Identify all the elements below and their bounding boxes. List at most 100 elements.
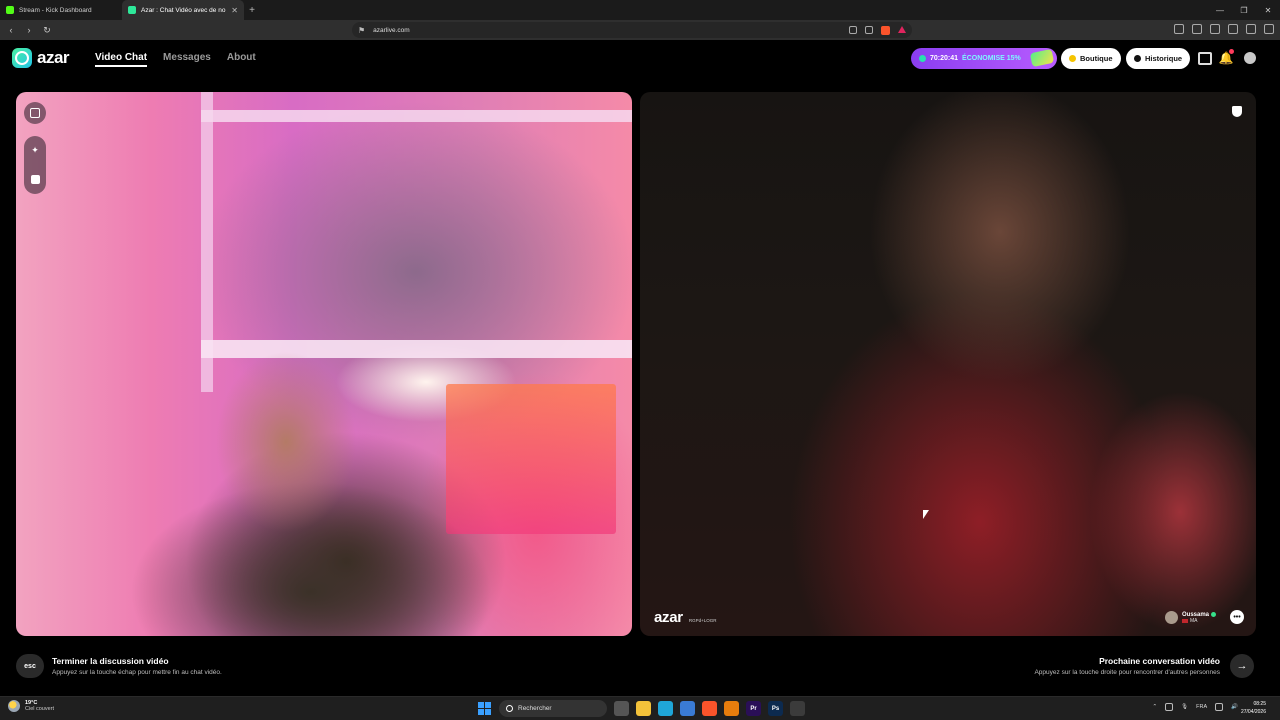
obs-icon[interactable] (790, 701, 805, 716)
weather-widget[interactable]: 19°C Ciel couvert (8, 700, 54, 712)
profile-icon[interactable] (1243, 51, 1257, 65)
brave-shield-icon[interactable] (881, 25, 890, 35)
nav-about[interactable]: About (227, 52, 256, 63)
microphone-icon[interactable]: 🎙 (1181, 704, 1188, 710)
close-tab-icon[interactable]: ✕ (231, 6, 238, 15)
inbox-icon[interactable] (1198, 51, 1212, 65)
local-user (111, 332, 511, 636)
end-chat-hint: Appuyez sur la touche échap pour mettre … (52, 669, 222, 676)
wallet-icon[interactable] (1174, 24, 1184, 34)
notification-badge (1229, 49, 1234, 54)
menu-icon[interactable] (1264, 24, 1274, 34)
tab-kick-dashboard[interactable]: Stream - Kick Dashboard (0, 0, 122, 20)
end-chat-button[interactable]: esc (16, 654, 44, 678)
taskbar-clock[interactable]: 08:25 27/04/2026 (1241, 700, 1266, 716)
bell-icon[interactable]: 🔔 (1219, 49, 1234, 65)
azar-logo[interactable]: azar (12, 48, 70, 68)
end-chat-title: Terminer la discussion vidéo (52, 656, 169, 666)
boutique-button[interactable]: Boutique (1061, 48, 1121, 69)
browser-toolbar: ‹ › ↻ ⚑ azarlive.com (0, 20, 1280, 40)
url-actions (849, 25, 906, 35)
promo-banner[interactable]: 70:20:41 ÉCONOMISE 15% (911, 48, 1057, 69)
browser-tabstrip: Stream - Kick Dashboard Azar : Chat Vidé… (0, 0, 1280, 20)
windows-taskbar: 19°C Ciel couvert Rechercher Pr Ps ⌃ 🎙 F… (0, 696, 1280, 720)
file-explorer-icon[interactable] (636, 701, 651, 716)
vpn-icon[interactable] (1246, 24, 1256, 34)
screen-icon[interactable] (849, 25, 857, 34)
back-icon[interactable]: ‹ (4, 23, 18, 37)
volume-icon[interactable]: 🔊 (1231, 704, 1238, 710)
timer-icon (919, 55, 926, 62)
sidebar-icon[interactable] (1192, 24, 1202, 34)
tray-overflow-icon[interactable]: ⌃ (1153, 704, 1158, 710)
tab-azar[interactable]: Azar : Chat Vidéo avec de no ✕ (122, 0, 244, 20)
search-placeholder: Rechercher (518, 705, 552, 712)
azar-logo-icon (12, 48, 32, 68)
tab-label: Azar : Chat Vidéo avec de no (141, 6, 226, 14)
logo-text: azar (37, 48, 70, 67)
reload-icon[interactable]: ↻ (40, 23, 54, 37)
cloudy-sun-icon (8, 700, 20, 712)
minimize-icon[interactable]: — (1208, 0, 1232, 20)
window-controls: — ❐ ✕ (1208, 0, 1280, 20)
tab-label: Stream - Kick Dashboard (19, 6, 92, 14)
historique-button[interactable]: Historique (1126, 48, 1191, 69)
clock-date: 27/04/2026 (1240, 709, 1266, 715)
report-shield-icon[interactable] (1230, 104, 1244, 118)
restore-icon[interactable]: ❐ (1232, 0, 1256, 20)
next-chat-info: Prochaine conversation vidéo Appuyez sur… (1034, 656, 1220, 676)
video-tools: ✦ (24, 136, 46, 194)
network-icon[interactable] (1165, 703, 1174, 711)
language-indicator[interactable]: FRA (1196, 704, 1207, 710)
chat-bubble-icon[interactable]: ••• (1230, 610, 1244, 624)
system-tray: ⌃ 🎙 FRA 🔊 (1153, 703, 1238, 711)
end-chat-info: Terminer la discussion vidéo Appuyez sur… (52, 656, 222, 676)
bookmark-icon[interactable]: ⚑ (358, 26, 365, 35)
next-chat-button[interactable]: → (1230, 654, 1254, 678)
verified-icon (1211, 612, 1216, 617)
expand-icon[interactable] (24, 102, 46, 124)
next-chat-title: Prochaine conversation vidéo (1099, 656, 1220, 666)
kick-favicon-icon (6, 6, 14, 14)
photoshop-icon[interactable]: Ps (768, 701, 783, 716)
tabs-icon[interactable] (1210, 24, 1220, 34)
nav-messages[interactable]: Messages (163, 52, 211, 63)
store-icon[interactable] (680, 701, 695, 716)
clock-time: 08:25 (1253, 701, 1266, 707)
mask-icon[interactable] (28, 173, 42, 187)
next-chat-hint: Appuyez sur la touche droite pour rencon… (1034, 669, 1220, 676)
promo-discount: ÉCONOMISE 15% (962, 55, 1021, 62)
history-icon (1134, 55, 1141, 62)
extensions-icon[interactable] (1228, 24, 1238, 34)
gift-icon (1029, 48, 1055, 68)
heart-icon (1069, 55, 1076, 62)
local-video: ✦ (16, 92, 632, 636)
magic-wand-icon[interactable]: ✦ (28, 144, 42, 158)
azar-favicon-icon (128, 6, 136, 14)
monitor-icon[interactable] (1215, 703, 1224, 711)
taskbar-apps: Pr Ps (614, 701, 805, 716)
brave-icon[interactable] (702, 701, 717, 716)
url-text: azarlive.com (373, 26, 410, 34)
new-tab-button[interactable]: + (244, 0, 260, 20)
shelf-top (201, 110, 632, 122)
nav-video-chat[interactable]: Video Chat (95, 52, 148, 67)
taskbar-search[interactable]: Rechercher (499, 700, 607, 717)
peer-info[interactable]: Oussama MA (1164, 611, 1216, 624)
premiere-icon[interactable]: Pr (746, 701, 761, 716)
start-button[interactable] (478, 702, 491, 715)
avatar (1164, 611, 1178, 624)
share-icon[interactable] (865, 25, 873, 34)
peer-country: MA (1189, 617, 1198, 624)
weather-desc: Ciel couvert (25, 706, 55, 712)
address-bar[interactable]: ⚑ azarlive.com (352, 22, 912, 38)
edge-icon[interactable] (658, 701, 673, 716)
brave-rewards-icon[interactable] (898, 25, 906, 33)
close-window-icon[interactable]: ✕ (1256, 0, 1280, 20)
watermark-subtext: RGPd+LOGR (688, 618, 717, 623)
site-header: azar Video Chat Messages About 70:20:41 … (0, 40, 1280, 78)
blender-icon[interactable] (724, 701, 739, 716)
flag-icon (1181, 618, 1188, 623)
task-view-icon[interactable] (614, 701, 629, 716)
forward-icon[interactable]: › (22, 23, 36, 37)
